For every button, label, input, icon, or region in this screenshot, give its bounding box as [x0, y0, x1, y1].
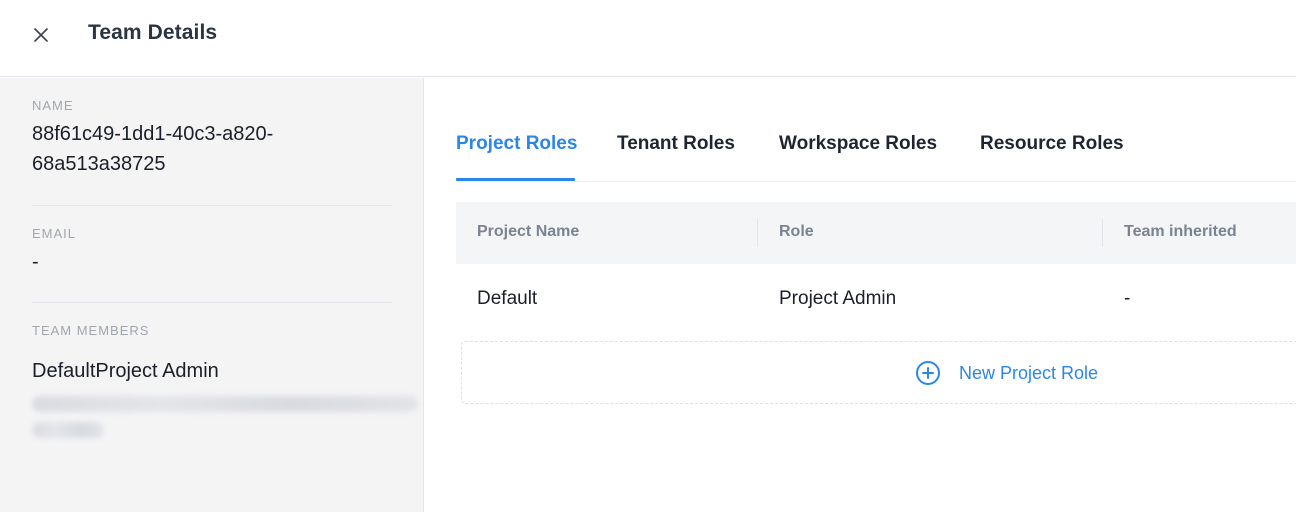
email-label: EMAIL — [32, 226, 77, 241]
team-members-value: DefaultProject Admin — [32, 360, 219, 382]
column-separator — [1102, 219, 1103, 247]
team-members-field: TEAM MEMBERS DefaultProject Admin — [32, 323, 392, 386]
team-members-label: TEAM MEMBERS — [32, 323, 150, 338]
column-separator — [757, 219, 758, 247]
new-project-role-button[interactable]: New Project Role — [461, 341, 1296, 404]
cell-team-inherited: - — [1124, 288, 1131, 309]
role-tabs: Project Roles Tenant Roles Workspace Rol… — [456, 126, 1296, 182]
column-header-role: Role — [779, 223, 814, 240]
redacted-text — [32, 422, 104, 438]
divider — [32, 302, 392, 303]
close-button[interactable] — [28, 22, 54, 48]
tab-workspace-roles[interactable]: Workspace Roles — [779, 133, 937, 155]
redacted-text — [32, 396, 418, 412]
page-title: Team Details — [88, 21, 218, 44]
tab-project-roles[interactable]: Project Roles — [456, 133, 577, 155]
tab-resource-roles[interactable]: Resource Roles — [980, 133, 1124, 155]
panel-header: Team Details — [0, 0, 1296, 77]
cell-role: Project Admin — [779, 288, 897, 309]
table-header: Project Name Role Team inherited — [456, 202, 1296, 264]
email-value: - — [32, 251, 39, 273]
close-icon — [34, 28, 48, 42]
column-header-project-name: Project Name — [477, 223, 580, 240]
active-tab-indicator — [456, 178, 575, 181]
name-label: NAME — [32, 98, 74, 113]
divider — [32, 205, 392, 206]
tab-tenant-roles[interactable]: Tenant Roles — [617, 133, 735, 155]
new-project-role-label: New Project Role — [959, 362, 1099, 383]
name-field: NAME 88f61c49-1dd1-40c3-a820-68a513a3872… — [32, 98, 392, 179]
cell-project-name: Default — [477, 288, 538, 309]
email-field: EMAIL - — [32, 226, 392, 277]
add-circle-icon — [916, 361, 940, 385]
name-value: 88f61c49-1dd1-40c3-a820-68a513a38725 — [32, 123, 274, 175]
table-row[interactable]: Default Project Admin - — [456, 264, 1296, 336]
team-info-sidebar: NAME 88f61c49-1dd1-40c3-a820-68a513a3872… — [0, 78, 424, 512]
column-header-team-inherited: Team inherited — [1124, 223, 1237, 240]
